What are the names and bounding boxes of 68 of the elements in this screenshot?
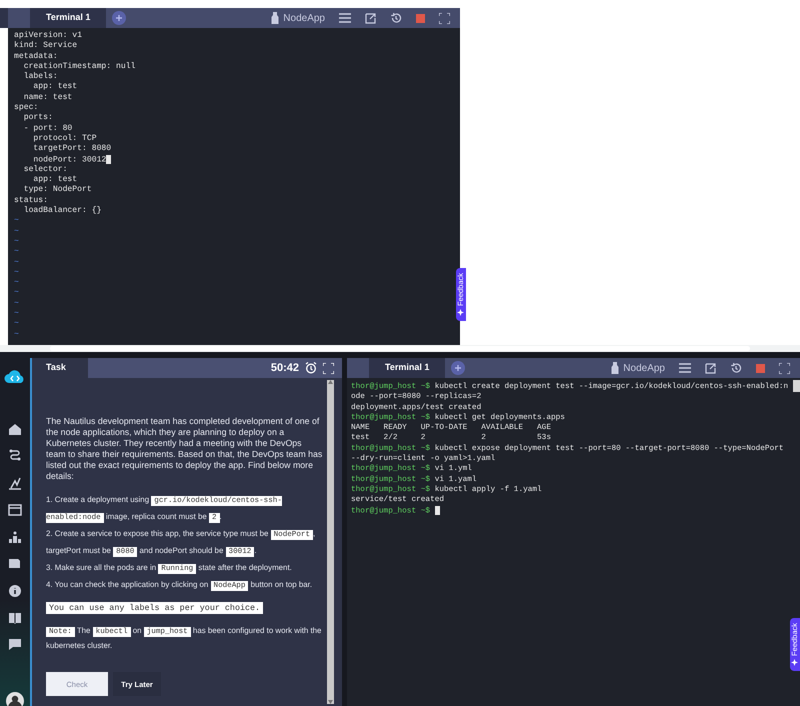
app-button[interactable]: NodeApp (271, 10, 325, 26)
terminal-line: nodePort: 30012 (14, 154, 454, 165)
menu-icon[interactable] (679, 363, 691, 373)
sparkle-icon (458, 308, 464, 316)
timer: 50:42 (270, 360, 299, 376)
plus-icon (454, 364, 462, 372)
leaderboard-icon[interactable] (8, 530, 22, 544)
terminal-line: targetPort: 8080 (32, 144, 112, 155)
empty-line-marker: ~ (14, 226, 20, 237)
empty-line-marker: ~ (14, 309, 20, 320)
terminal-line: labels: (22, 72, 58, 82)
route-icon[interactable] (8, 449, 22, 463)
bottle-icon (271, 12, 280, 24)
plus-icon (115, 14, 124, 22)
terminal-line: protocol: TCP (32, 134, 98, 144)
task-description: The Nautilus development team has completed development of one of the node applications, which they are planning to deploy on a Kubernetes cluster. They recently had a meeting with the DevOps team to share their requirements. Based on that, the DevOps team has listed out the exact requirements to deploy the app. Find below more details: (46, 416, 323, 482)
terminal-tab[interactable]: Terminal 1 (369, 358, 446, 378)
terminal-line: ports: (22, 113, 54, 124)
book-icon[interactable] (8, 611, 22, 625)
fullscreen-icon[interactable] (439, 12, 450, 24)
empty-line-marker: ~ (14, 330, 20, 340)
terminal-line: type: NodePort (22, 185, 93, 196)
empty-line-marker: ~ (14, 247, 20, 258)
terminal-line: selector: (22, 164, 68, 176)
terminal-line: metadata: (14, 52, 59, 62)
terminal-line: loadBalancer: {} (22, 206, 102, 216)
history-icon[interactable] (730, 362, 742, 374)
chart-icon[interactable] (8, 476, 22, 490)
scrollbar[interactable] (327, 380, 334, 704)
scroll-down-icon[interactable] (328, 700, 333, 704)
info-icon[interactable] (8, 584, 22, 598)
terminal-line: app: test (32, 175, 78, 185)
avatar-icon[interactable] (6, 692, 24, 706)
sparkle-icon (792, 658, 798, 666)
terminal-line: name: test (22, 92, 74, 104)
empty-line-marker: ~ (14, 278, 20, 288)
fullscreen-icon[interactable] (779, 362, 790, 374)
chat-icon[interactable] (8, 638, 22, 652)
menu-icon[interactable] (339, 13, 351, 23)
empty-line-marker: ~ (14, 236, 20, 248)
side-strip (0, 8, 8, 28)
terminal-line: - port: 80 (22, 124, 74, 134)
terminal-line: app: test (32, 82, 78, 93)
terminal-line: apiVersion: v1 (14, 31, 83, 41)
terminal-line: kind: Service (14, 41, 78, 52)
empty-line-marker: ~ (14, 216, 20, 227)
bottle-icon (611, 362, 620, 374)
add-tab-button[interactable] (451, 361, 466, 375)
empty-line-marker: ~ (14, 319, 20, 330)
home-icon[interactable] (8, 422, 22, 436)
external-link-icon[interactable] (365, 12, 376, 24)
terminal-line: spec: (14, 103, 40, 114)
external-link-icon[interactable] (705, 362, 716, 374)
empty-line-marker: ~ (14, 298, 20, 310)
empty-line-marker: ~ (14, 258, 20, 268)
cloud-logo-icon[interactable] (4, 368, 26, 384)
app-button[interactable]: NodeApp (611, 360, 665, 376)
terminal-line: status: (14, 196, 49, 206)
scroll-up-icon[interactable] (328, 380, 333, 384)
empty-line-marker: ~ (14, 268, 20, 278)
add-tab-button[interactable] (112, 11, 126, 25)
history-icon[interactable] (390, 12, 402, 24)
alarm-clock-icon (305, 362, 317, 374)
empty-line-marker: ~ (14, 288, 20, 299)
terminal-line: creationTimestamp: null (22, 62, 136, 72)
scrollbar[interactable] (793, 380, 800, 392)
terminal-tab[interactable]: Terminal 1 (30, 8, 106, 28)
calendar-icon[interactable] (8, 503, 22, 517)
